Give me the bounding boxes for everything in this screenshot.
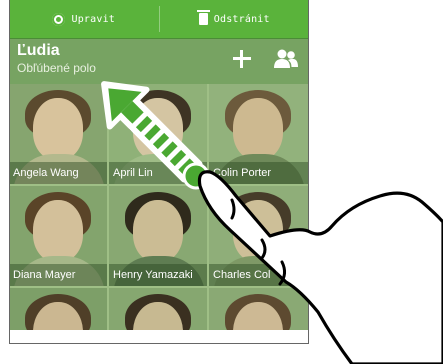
photo-face — [33, 200, 83, 262]
contact-name: Henry Yamazaki — [109, 264, 207, 286]
contact-tile[interactable]: April Lin — [109, 84, 207, 184]
contact-name: Diana Mayer — [9, 264, 107, 286]
edit-drop-zone[interactable]: Upravit — [9, 0, 159, 38]
contact-tile[interactable] — [209, 288, 309, 330]
remove-drop-zone[interactable]: Odstránit — [160, 0, 310, 38]
phone-screen: Upravit Odstránit Ľudia Obľúbené polo An… — [9, 0, 309, 330]
contact-name: Colin Porter — [209, 162, 309, 184]
photo-face — [133, 98, 183, 160]
contact-tile[interactable]: Angela Wang — [9, 84, 107, 184]
contact-name: Angela Wang — [9, 162, 107, 184]
contact-tile[interactable] — [9, 288, 107, 330]
bottom-strip — [9, 330, 309, 336]
contact-name: April Lin — [109, 162, 207, 184]
photo-face — [33, 98, 83, 160]
people-icon[interactable] — [273, 48, 299, 70]
contact-tile[interactable]: Diana Mayer — [9, 186, 107, 286]
contact-name: Charles Col — [209, 264, 309, 286]
remove-label: Odstránit — [213, 13, 270, 25]
photo-face — [233, 200, 283, 262]
trash-icon — [196, 10, 210, 25]
contact-tile[interactable]: Henry Yamazaki — [109, 186, 207, 286]
favorites-grid: Angela Wang April Lin Colin Porter Diana… — [9, 84, 309, 330]
drop-action-bar: Upravit Odstránit — [9, 0, 309, 39]
page-subtitle: Obľúbené polo — [17, 61, 96, 75]
contact-tile[interactable] — [109, 288, 207, 330]
contact-tile[interactable]: Colin Porter — [209, 84, 309, 184]
gear-icon — [52, 12, 66, 26]
photo-face — [233, 98, 283, 160]
add-contact-icon[interactable] — [231, 48, 253, 70]
page-title: Ľudia — [17, 42, 60, 59]
contact-tile[interactable]: Charles Col — [209, 186, 309, 286]
edit-label: Upravit — [71, 13, 116, 25]
photo-face — [133, 200, 183, 262]
people-header: Ľudia Obľúbené polo — [9, 38, 309, 84]
